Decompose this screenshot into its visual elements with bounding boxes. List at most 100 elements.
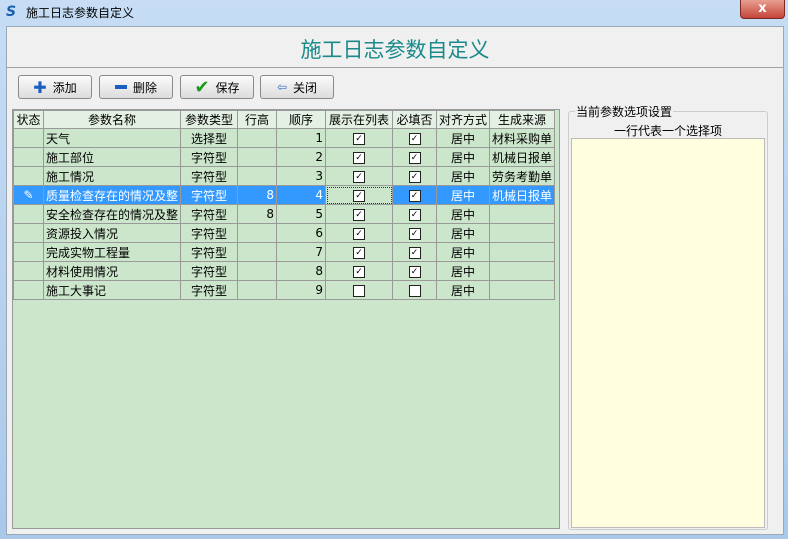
order-cell[interactable]: 7 [276, 242, 327, 262]
show-in-list-cell[interactable] [325, 280, 394, 300]
show-in-list-checkbox[interactable]: ✓ [353, 227, 366, 240]
required-cell[interactable]: ✓ [392, 166, 438, 186]
show-in-list-checkbox[interactable]: ✓ [353, 170, 366, 183]
param-type-cell[interactable]: 字符型 [180, 223, 239, 243]
source-cell[interactable]: 材料采购单 [489, 128, 556, 148]
column-header[interactable]: 必填否 [392, 110, 438, 129]
show-in-list-checkbox[interactable]: ✓ [353, 208, 366, 221]
param-type-cell[interactable]: 字符型 [180, 280, 239, 300]
required-cell[interactable]: ✓ [392, 128, 438, 148]
param-type-cell[interactable]: 字符型 [180, 242, 239, 262]
required-checkbox[interactable]: ✓ [408, 132, 421, 145]
table-row[interactable]: 安全检查存在的情况及整 字符型 8 5 ✓ ✓ 居中 [13, 204, 556, 224]
source-cell[interactable] [489, 242, 556, 262]
param-type-cell[interactable]: 选择型 [180, 128, 239, 148]
row-height-cell[interactable]: 8 [237, 185, 278, 205]
align-cell[interactable]: 居中 [436, 185, 491, 205]
required-cell[interactable]: ✓ [392, 223, 438, 243]
column-header[interactable]: 状态 [13, 110, 44, 129]
parameter-grid[interactable]: 状态 参数名称 参数类型 行高 顺序 展示在列表 必填否 对齐方式 生成来源 天气 选择型 1 … [12, 109, 560, 529]
align-cell[interactable]: 居中 [436, 166, 491, 186]
options-textarea[interactable] [571, 138, 765, 528]
align-cell[interactable]: 居中 [436, 147, 491, 167]
source-cell[interactable]: 机械日报单 [489, 185, 556, 205]
source-cell[interactable]: 劳务考勤单 [489, 166, 556, 186]
column-header[interactable]: 参数名称 [42, 110, 182, 129]
required-checkbox[interactable]: ✓ [408, 246, 421, 259]
required-cell[interactable]: ✓ [392, 204, 438, 224]
required-checkbox[interactable]: ✓ [408, 189, 421, 202]
align-cell[interactable]: 居中 [436, 280, 491, 300]
order-cell[interactable]: 6 [276, 223, 327, 243]
param-type-cell[interactable]: 字符型 [180, 204, 239, 224]
row-height-cell[interactable] [237, 280, 278, 300]
show-in-list-checkbox[interactable]: ✓ [353, 132, 366, 145]
row-height-cell[interactable] [237, 166, 278, 186]
required-cell[interactable]: ✓ [392, 242, 438, 262]
source-cell[interactable]: 机械日报单 [489, 147, 556, 167]
show-in-list-checkbox[interactable] [353, 284, 366, 297]
param-name-cell[interactable]: 资源投入情况 [42, 223, 182, 243]
show-in-list-cell[interactable]: ✓ [325, 242, 394, 262]
param-type-cell[interactable]: 字符型 [180, 147, 239, 167]
order-cell[interactable]: 3 [276, 166, 327, 186]
column-header[interactable]: 生成来源 [489, 110, 556, 129]
required-cell[interactable] [392, 280, 438, 300]
required-cell[interactable]: ✓ [392, 147, 438, 167]
param-type-cell[interactable]: 字符型 [180, 261, 239, 281]
order-cell[interactable]: 2 [276, 147, 327, 167]
param-name-cell[interactable]: 完成实物工程量 [42, 242, 182, 262]
show-in-list-cell[interactable]: ✓ [325, 147, 394, 167]
align-cell[interactable]: 居中 [436, 261, 491, 281]
source-cell[interactable] [489, 280, 556, 300]
delete-button[interactable]: 删除 [99, 75, 173, 99]
required-checkbox[interactable]: ✓ [408, 170, 421, 183]
table-row[interactable]: 资源投入情况 字符型 6 ✓ ✓ 居中 [13, 223, 556, 243]
order-cell[interactable]: 1 [276, 128, 327, 148]
required-cell[interactable]: ✓ [392, 261, 438, 281]
row-height-cell[interactable] [237, 261, 278, 281]
add-button[interactable]: ✚ 添加 [18, 75, 92, 99]
show-in-list-cell[interactable]: ✓ [325, 204, 394, 224]
param-name-cell[interactable]: 施工情况 [42, 166, 182, 186]
align-cell[interactable]: 居中 [436, 223, 491, 243]
param-name-cell[interactable]: 安全检查存在的情况及整 [42, 204, 182, 224]
show-in-list-cell[interactable]: ✓ [325, 185, 394, 205]
table-row[interactable]: 施工部位 字符型 2 ✓ ✓ 居中 机械日报单 [13, 147, 556, 167]
param-type-cell[interactable]: 字符型 [180, 166, 239, 186]
table-row[interactable]: ✎ 质量检查存在的情况及整 字符型 8 4 ✓ ✓ 居中 机械日报单 [13, 185, 556, 205]
param-name-cell[interactable]: 天气 [42, 128, 182, 148]
order-cell[interactable]: 9 [276, 280, 327, 300]
row-height-cell[interactable] [237, 128, 278, 148]
column-header[interactable]: 顺序 [276, 110, 327, 129]
align-cell[interactable]: 居中 [436, 128, 491, 148]
show-in-list-cell[interactable]: ✓ [325, 261, 394, 281]
column-header[interactable]: 展示在列表 [325, 110, 394, 129]
show-in-list-checkbox[interactable]: ✓ [353, 246, 366, 259]
order-cell[interactable]: 8 [276, 261, 327, 281]
table-row[interactable]: 材料使用情况 字符型 8 ✓ ✓ 居中 [13, 261, 556, 281]
row-height-cell[interactable] [237, 147, 278, 167]
table-row[interactable]: 完成实物工程量 字符型 7 ✓ ✓ 居中 [13, 242, 556, 262]
source-cell[interactable] [489, 204, 556, 224]
source-cell[interactable] [489, 223, 556, 243]
required-checkbox[interactable]: ✓ [408, 265, 421, 278]
param-name-cell[interactable]: 施工部位 [42, 147, 182, 167]
required-cell[interactable]: ✓ [392, 185, 438, 205]
close-button[interactable]: ⇦ 关闭 [260, 75, 334, 99]
param-name-cell[interactable]: 材料使用情况 [42, 261, 182, 281]
column-header[interactable]: 对齐方式 [436, 110, 491, 129]
order-cell[interactable]: 5 [276, 204, 327, 224]
align-cell[interactable]: 居中 [436, 204, 491, 224]
required-checkbox[interactable]: ✓ [408, 227, 421, 240]
param-name-cell[interactable]: 质量检查存在的情况及整 [42, 185, 182, 205]
param-type-cell[interactable]: 字符型 [180, 185, 239, 205]
source-cell[interactable] [489, 261, 556, 281]
order-cell[interactable]: 4 [276, 185, 327, 205]
required-checkbox[interactable]: ✓ [408, 208, 421, 221]
table-row[interactable]: 施工情况 字符型 3 ✓ ✓ 居中 劳务考勤单 [13, 166, 556, 186]
param-name-cell[interactable]: 施工大事记 [42, 280, 182, 300]
column-header[interactable]: 参数类型 [180, 110, 239, 129]
show-in-list-checkbox[interactable]: ✓ [353, 265, 366, 278]
row-height-cell[interactable] [237, 242, 278, 262]
